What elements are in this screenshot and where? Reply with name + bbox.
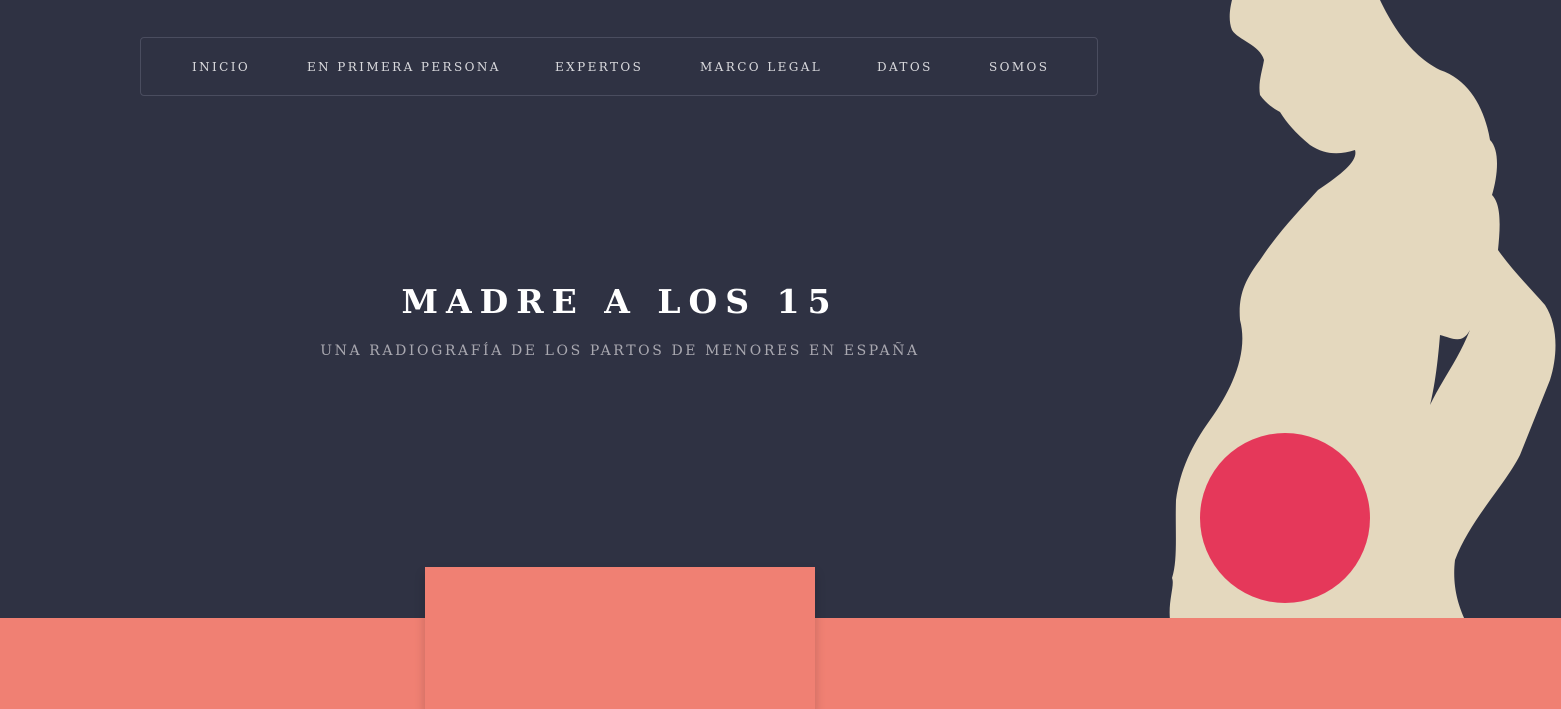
hero-subtitle: UNA RADIOGRAFÍA DE LOS PARTOS DE MENORES… — [320, 343, 920, 359]
nav-item-datos[interactable]: DATOS — [877, 60, 933, 74]
landing-page: INICIO EN PRIMERA PERSONA EXPERTOS MARCO… — [0, 0, 1561, 709]
main-navigation: INICIO EN PRIMERA PERSONA EXPERTOS MARCO… — [140, 37, 1098, 96]
pregnant-woman-silhouette-icon — [1169, 0, 1556, 620]
nav-item-somos[interactable]: SOMOS — [989, 60, 1049, 74]
nav-item-en-primera-persona[interactable]: EN PRIMERA PERSONA — [307, 60, 501, 74]
nav-item-inicio[interactable]: INICIO — [192, 60, 250, 74]
nav-item-expertos[interactable]: EXPERTOS — [555, 60, 643, 74]
belly-circle — [1200, 433, 1370, 603]
nav-item-marco-legal[interactable]: MARCO LEGAL — [700, 60, 822, 74]
scroll-tab-block[interactable] — [425, 567, 815, 709]
hero-title: MADRE A LOS 15 — [401, 282, 839, 321]
